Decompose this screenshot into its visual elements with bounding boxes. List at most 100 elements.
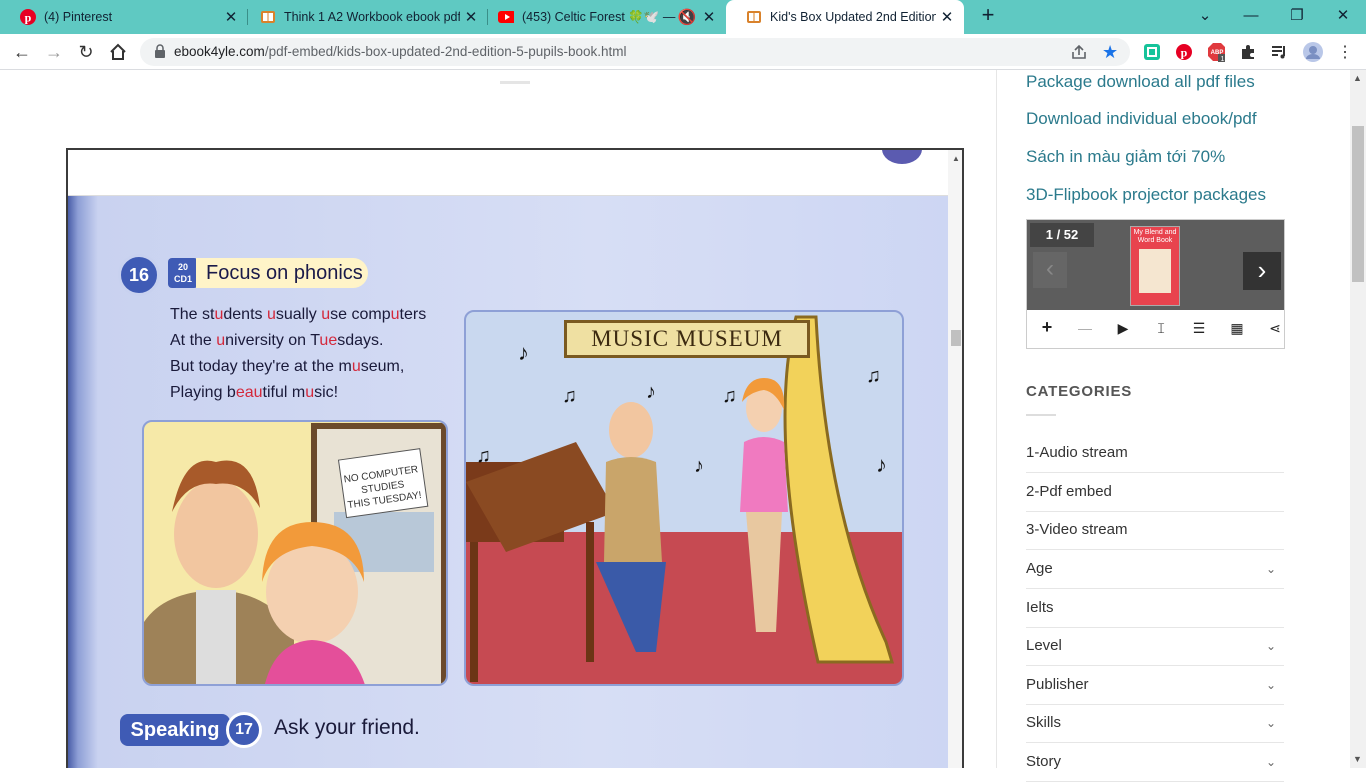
tab-youtube[interactable]: (453) Celtic Forest 🍀🕊️ — 🔇 ✕ xyxy=(478,0,726,34)
category-publisher[interactable]: Publisher ⌄ xyxy=(1026,666,1284,705)
poem-line: The students usually use computers xyxy=(170,306,427,323)
chevron-down-icon[interactable]: ⌄ xyxy=(1266,550,1276,588)
tab-title: (4) Pinterest xyxy=(44,10,113,24)
phonics-poem: The students usually use computers At th… xyxy=(170,302,426,406)
svg-text:♪: ♪ xyxy=(646,381,656,403)
pinterest-ext-icon[interactable]: p xyxy=(1175,43,1193,61)
back-button[interactable]: ← xyxy=(12,42,32,62)
tab-title: Kid's Box Updated 2nd Edition 5 xyxy=(770,10,936,24)
adblock-icon[interactable]: ABP 1 xyxy=(1207,43,1225,62)
chevron-down-icon[interactable]: ⌄ xyxy=(1266,743,1276,781)
tab-strip: p (4) Pinterest ✕ Think 1 A2 Workbook eb… xyxy=(0,0,1366,34)
reload-button[interactable]: ↻ xyxy=(76,42,96,62)
page-counter: 1 / 52 xyxy=(1030,223,1094,247)
svg-text:♪: ♪ xyxy=(876,452,887,477)
menu-icon[interactable]: ⋮ xyxy=(1336,43,1354,61)
share-icon[interactable] xyxy=(1070,43,1088,66)
pdf-page-top xyxy=(68,150,948,196)
music-museum-sign: MUSIC MUSEUM xyxy=(564,320,810,358)
forward-button[interactable]: → xyxy=(44,42,64,62)
speaking-number-badge: 17 xyxy=(226,712,262,748)
poem-line: Playing beautiful music! xyxy=(170,384,339,401)
category-age[interactable]: Age ⌄ xyxy=(1026,550,1284,589)
category-ielts[interactable]: Ielts xyxy=(1026,589,1284,628)
svg-text:♪: ♪ xyxy=(518,340,529,365)
page-scrollbar[interactable]: ▲ ▼ xyxy=(1350,70,1366,768)
pdf-scrollbar[interactable]: ▲ xyxy=(948,150,962,768)
speaking-prompt: Ask your friend. xyxy=(274,716,420,739)
text-cursor-icon[interactable]: 𝙸 xyxy=(1149,320,1173,340)
restore-button[interactable]: ❐ xyxy=(1285,5,1309,27)
tab-think-workbook[interactable]: Think 1 A2 Workbook ebook pdf ✕ xyxy=(240,0,488,34)
toolbar: ← → ↻ ebook4yle.com/pdf-embed/kids-box-u… xyxy=(0,34,1366,70)
svg-text:♫: ♫ xyxy=(476,445,491,467)
section-title: Focus on phonics xyxy=(196,258,368,288)
flipbook-toolbar: + — ▶ 𝙸 ☰ ▦ ⋖ xyxy=(1027,314,1284,348)
comic-panel-classroom: NO COMPUTER STUDIES THIS TUESDAY! xyxy=(142,420,448,686)
flipbook-stage: 1 / 52 My Blend and Word Book ‹ › xyxy=(1027,220,1284,310)
close-window-button[interactable]: ✕ xyxy=(1331,5,1355,27)
tab-pinterest[interactable]: p (4) Pinterest ✕ xyxy=(0,0,248,34)
grid-icon[interactable]: ▦ xyxy=(1225,320,1249,340)
previous-page-button[interactable]: ‹ xyxy=(1033,252,1067,288)
tab-kids-box-active[interactable]: Kid's Box Updated 2nd Edition 5 ✕ xyxy=(726,0,964,34)
pdf-scrollbar-thumb[interactable] xyxy=(951,330,961,346)
page-content: 16 20 CD1 Focus on phonics The students u… xyxy=(0,70,1366,782)
category-audio-stream[interactable]: 1-Audio stream xyxy=(1026,434,1284,473)
category-pdf-embed[interactable]: 2-Pdf embed xyxy=(1026,473,1284,512)
category-skills[interactable]: Skills ⌄ xyxy=(1026,704,1284,743)
chevron-down-icon[interactable]: ⌄ xyxy=(1266,704,1276,742)
sidebar-link-3d-flipbook[interactable]: 3D-Flipbook projector packages xyxy=(1026,185,1266,205)
museum-illustration: ♪ ♫ ♪ ♫ ♫ ♪ ♪ ♫ xyxy=(466,315,902,684)
flipbook-widget: 1 / 52 My Blend and Word Book ‹ › + — ▶ … xyxy=(1026,219,1285,349)
address-bar[interactable]: ebook4yle.com/pdf-embed/kids-box-updated… xyxy=(140,38,1130,66)
url-text: ebook4yle.com/pdf-embed/kids-box-updated… xyxy=(174,44,627,59)
category-video-stream[interactable]: 3-Video stream xyxy=(1026,511,1284,550)
mute-tab-icon[interactable]: 🔇 xyxy=(676,6,698,28)
chevron-down-icon[interactable]: ⌄ xyxy=(1266,627,1276,665)
category-level[interactable]: Level ⌄ xyxy=(1026,627,1284,666)
pdf-viewer[interactable]: 16 20 CD1 Focus on phonics The students u… xyxy=(66,148,964,768)
play-icon[interactable]: ▶ xyxy=(1111,320,1135,340)
list-icon[interactable]: ☰ xyxy=(1187,320,1211,340)
svg-text:♫: ♫ xyxy=(562,385,577,407)
close-tab-icon[interactable]: ✕ xyxy=(936,6,958,28)
lock-icon[interactable] xyxy=(154,44,166,63)
category-story[interactable]: Story ⌄ xyxy=(1026,743,1284,782)
cd-track-icon: 20 CD1 xyxy=(168,258,198,288)
svg-text:1: 1 xyxy=(1221,56,1225,62)
svg-text:♫: ♫ xyxy=(866,365,881,387)
close-tab-icon[interactable]: ✕ xyxy=(698,6,720,28)
tab-search-icon[interactable]: ⌄ xyxy=(1193,5,1217,27)
puzzle-icon[interactable] xyxy=(1239,43,1257,61)
minimize-button[interactable]: — xyxy=(1239,5,1263,27)
pdf-page: 16 20 CD1 Focus on phonics The students u… xyxy=(68,196,948,768)
media-icon[interactable] xyxy=(1270,43,1288,61)
next-page-button[interactable]: › xyxy=(1243,252,1281,290)
categories-heading: CATEGORIES xyxy=(1026,383,1133,400)
poem-line: But today they're at the museum, xyxy=(170,358,405,375)
zoom-out-icon[interactable]: — xyxy=(1073,320,1097,340)
poem-line: At the university on Tuesdays. xyxy=(170,332,384,349)
home-button[interactable] xyxy=(108,42,128,62)
classroom-illustration: NO COMPUTER STUDIES THIS TUESDAY! xyxy=(144,423,446,684)
share-icon[interactable]: ⋖ xyxy=(1263,320,1287,340)
star-icon[interactable]: ★ xyxy=(1102,42,1118,63)
zoom-in-icon[interactable]: + xyxy=(1035,317,1059,337)
sidebar-link-color-books[interactable]: Sách in màu giảm tới 70% xyxy=(1026,147,1225,167)
chevron-down-icon[interactable]: ⌄ xyxy=(1266,666,1276,704)
svg-text:♪: ♪ xyxy=(694,455,704,477)
sidebar-link-individual-ebook[interactable]: Download individual ebook/pdf xyxy=(1026,109,1257,129)
new-tab-button[interactable]: + xyxy=(977,4,999,27)
book-cover-thumbnail[interactable]: My Blend and Word Book xyxy=(1130,226,1180,306)
sidebar-link-package-download[interactable]: Package download all pdf files xyxy=(1026,72,1255,92)
svg-text:p: p xyxy=(1181,46,1188,60)
page-scrollbar-thumb[interactable] xyxy=(1352,126,1364,282)
pinterest-icon: p xyxy=(20,9,36,25)
close-tab-icon[interactable]: ✕ xyxy=(220,6,242,28)
grammarly-icon[interactable] xyxy=(1143,43,1161,61)
page-corner-decoration xyxy=(882,150,922,164)
tab-title: Think 1 A2 Workbook ebook pdf xyxy=(284,10,460,24)
profile-avatar[interactable] xyxy=(1302,41,1324,63)
tab-title: (453) Celtic Forest 🍀🕊️ — xyxy=(522,9,676,24)
